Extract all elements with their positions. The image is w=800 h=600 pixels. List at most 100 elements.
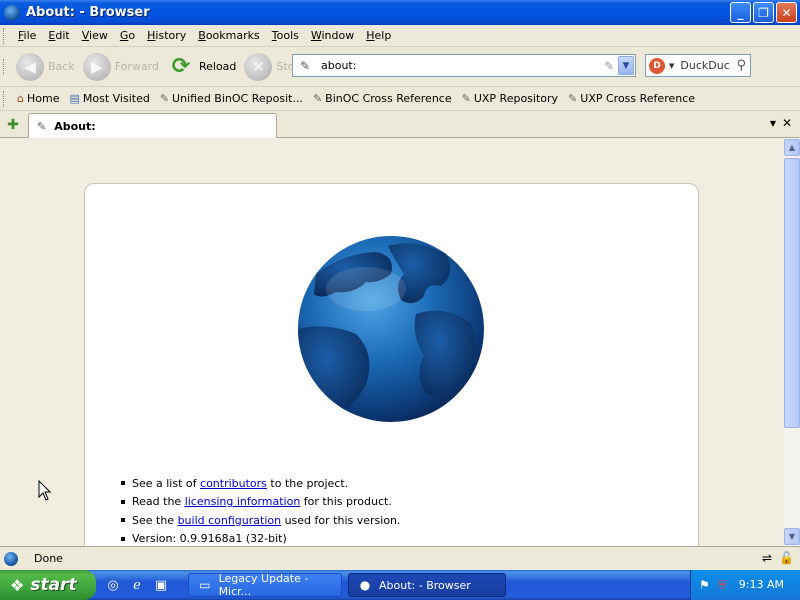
toolbar-grip[interactable]: [3, 58, 6, 75]
reload-icon: ⟳: [171, 54, 191, 79]
bookmark-label: BinOC Cross Reference: [325, 92, 452, 105]
status-globe-icon: [4, 551, 18, 566]
browser-quicklaunch-icon[interactable]: ◎: [104, 576, 122, 594]
about-text: See a list of: [132, 476, 201, 490]
navigation-toolbar: ◀ Back ▶ Forward ⟳ Reload ✕ Stop ✎ about…: [0, 47, 800, 87]
forward-label: Forward: [114, 60, 159, 73]
new-tab-icon[interactable]: ✚: [2, 115, 24, 135]
globe-logo-icon: [298, 236, 484, 422]
bookmarks-toolbar: ⌂ Home ▤ Most Visited ✎ Unified BinOC Re…: [0, 87, 800, 111]
minimize-button[interactable]: _: [730, 2, 751, 23]
folder-icon: ▤: [69, 92, 80, 105]
search-icon[interactable]: ⚲: [736, 58, 746, 73]
bookmark-uxp-cross-reference[interactable]: ✎ UXP Cross Reference: [563, 92, 700, 105]
search-engine-name[interactable]: DuckDuc: [680, 59, 736, 72]
bookmark-unified-binoc[interactable]: ✎ Unified BinOC Reposit...: [155, 92, 308, 105]
list-item: See the build configuration used for thi…: [121, 511, 401, 530]
ie-quicklaunch-icon[interactable]: ℯ: [128, 576, 146, 594]
desktop-quicklaunch-icon[interactable]: ▣: [152, 576, 170, 594]
scroll-up-button[interactable]: ▲: [784, 139, 800, 156]
vertical-scrollbar[interactable]: ▲ ▼: [784, 138, 800, 546]
bookmark-label: Unified BinOC Reposit...: [172, 92, 303, 105]
connection-icon[interactable]: ⇌: [762, 551, 772, 565]
back-arrow-icon: ◀: [16, 52, 44, 81]
close-tab-icon[interactable]: ✕: [782, 116, 792, 130]
reload-label: Reload: [198, 60, 237, 73]
build-configuration-link[interactable]: build configuration: [178, 514, 282, 527]
clock[interactable]: 9:13 AM: [739, 578, 784, 591]
task-about-browser[interactable]: ● About: - Browser: [348, 573, 506, 597]
page-content: See a list of contributors to the projec…: [0, 138, 784, 546]
network-icon[interactable]: ⚑: [699, 578, 710, 592]
toolbar-grip[interactable]: [3, 90, 6, 107]
bookmark-uxp-repository[interactable]: ✎ UXP Repository: [457, 92, 563, 105]
back-button[interactable]: ◀ Back: [12, 50, 79, 84]
about-text: to the project.: [266, 476, 349, 490]
list-item: Version: 0.9.9168a1 (32-bit): [121, 530, 401, 547]
bookmark-label: Most Visited: [82, 92, 150, 105]
start-label: start: [30, 575, 77, 595]
toolbar-grip[interactable]: [3, 27, 6, 44]
licensing-link[interactable]: licensing information: [185, 495, 301, 508]
task-label: Legacy Update - Micr...: [218, 572, 309, 598]
tab-bar: ✚ ✎ About: ▼ ✕: [0, 111, 800, 138]
list-item: See a list of contributors to the projec…: [121, 474, 401, 493]
list-item: Read the licensing information for this …: [121, 493, 401, 512]
menu-help[interactable]: Help: [360, 27, 397, 44]
about-info-list: See a list of contributors to the projec…: [121, 474, 401, 546]
menu-view[interactable]: View: [76, 27, 114, 44]
menu-tools[interactable]: Tools: [266, 27, 305, 44]
url-input[interactable]: ✎ about: ✎ ▼: [292, 54, 636, 77]
start-button[interactable]: ❖ start: [0, 570, 96, 600]
page-icon: ✎: [461, 92, 471, 105]
restore-button[interactable]: ❐: [753, 2, 774, 23]
search-input[interactable]: D ▼ DuckDuc ⚲: [645, 54, 751, 77]
scroll-thumb[interactable]: [784, 158, 800, 428]
bookmark-binoc-cross-reference[interactable]: ✎ BinOC Cross Reference: [308, 92, 457, 105]
tab-list-icon[interactable]: ▼: [770, 119, 776, 128]
bookmark-star-icon[interactable]: ✎: [604, 59, 614, 73]
security-shield-icon[interactable]: ⛨: [718, 578, 727, 593]
reload-button[interactable]: ⟳ Reload: [163, 50, 240, 84]
version-text: Version: 0.9.9168a1 (32-bit): [132, 532, 287, 546]
scroll-down-button[interactable]: ▼: [784, 528, 800, 545]
url-value[interactable]: about:: [321, 59, 604, 72]
bookmark-most-visited[interactable]: ▤ Most Visited: [64, 92, 154, 105]
about-text: used for this version.: [281, 513, 401, 527]
tab-label: About:: [54, 119, 96, 133]
task-legacy-update[interactable]: ▭ Legacy Update - Micr...: [188, 572, 342, 598]
contributors-link[interactable]: contributors: [200, 477, 267, 490]
bookmark-label: Home: [26, 92, 60, 105]
status-bar: Done ⇌ 🔓: [0, 546, 800, 570]
lock-icon[interactable]: 🔓: [779, 551, 794, 565]
back-label: Back: [48, 60, 75, 73]
chevron-down-icon[interactable]: ▼: [669, 62, 674, 70]
browser-globe-icon: [4, 4, 20, 21]
window-title: About: - Browser: [26, 5, 150, 20]
url-dropdown-button[interactable]: ▼: [618, 56, 634, 75]
page-icon: ✎: [312, 92, 323, 105]
menu-edit[interactable]: Edit: [42, 27, 75, 44]
quick-launch: ◎ ℯ ▣: [104, 576, 170, 594]
menu-go[interactable]: Go: [114, 27, 141, 44]
title-bar[interactable]: About: - Browser _ ❐ ✕: [0, 0, 800, 25]
menu-window[interactable]: Window: [305, 27, 360, 44]
menu-bookmarks[interactable]: Bookmarks: [192, 27, 265, 44]
mouse-cursor-icon: [38, 480, 52, 501]
page-icon: ✎: [159, 92, 170, 105]
page-icon: ✎: [37, 119, 47, 133]
menu-file[interactable]: File: [12, 27, 42, 44]
home-icon: ⌂: [17, 92, 24, 105]
about-text: for this product.: [300, 495, 392, 509]
close-button[interactable]: ✕: [776, 2, 797, 23]
menu-history[interactable]: History: [141, 27, 192, 44]
page-icon: ✎: [568, 92, 578, 105]
bookmark-home[interactable]: ⌂ Home: [12, 92, 64, 105]
about-text: Read the: [132, 495, 185, 509]
window-icon: ▭: [199, 578, 211, 592]
forward-button[interactable]: ▶ Forward: [79, 50, 163, 84]
taskbar: ❖ start ◎ ℯ ▣ ▭ Legacy Update - Micr... …: [0, 570, 800, 600]
tab-about[interactable]: ✎ About:: [28, 113, 277, 138]
menu-bar: File Edit View Go History Bookmarks Tool…: [0, 25, 800, 47]
search-engine-icon[interactable]: D: [649, 57, 665, 74]
